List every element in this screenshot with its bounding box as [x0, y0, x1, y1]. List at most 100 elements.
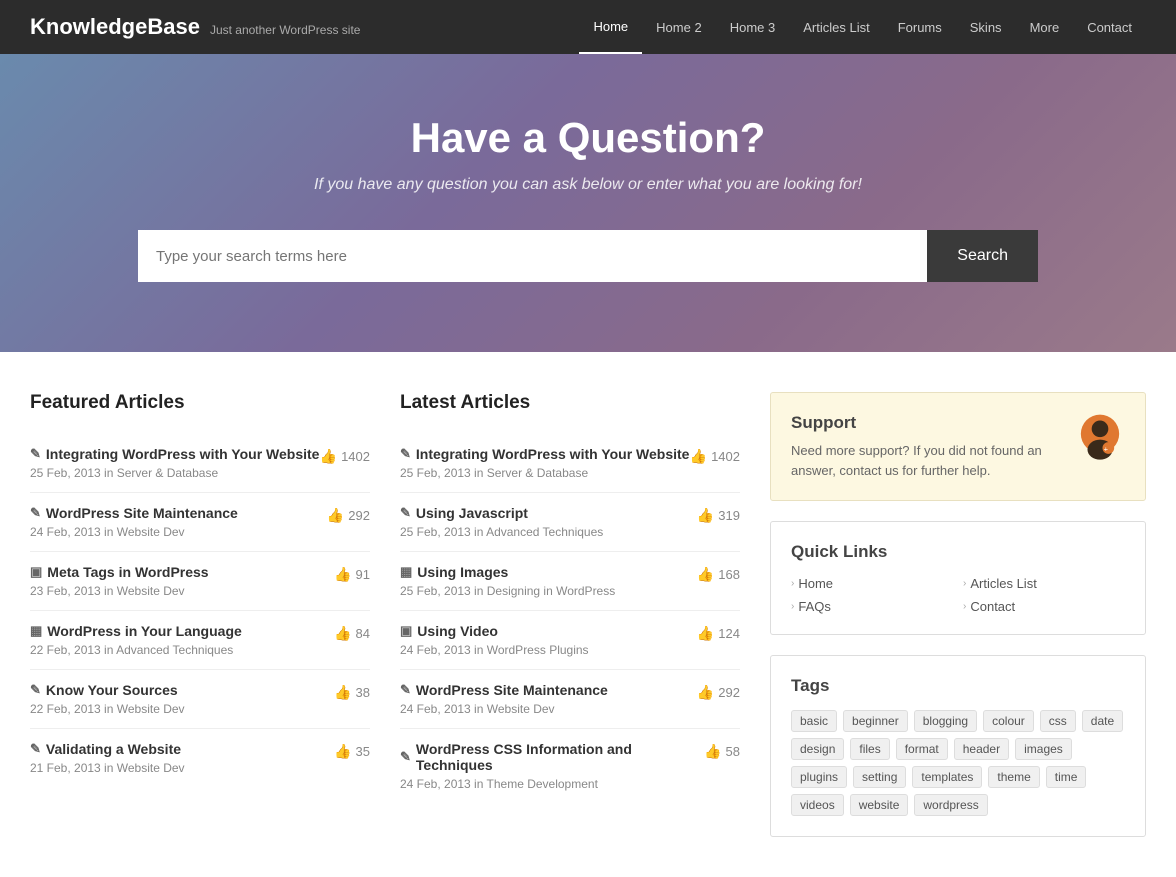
tag-images[interactable]: images [1015, 738, 1072, 760]
vote-count: 168 [718, 567, 740, 582]
tag-templates[interactable]: templates [912, 766, 982, 788]
article-votes: 👍 319 [697, 505, 740, 524]
tag-format[interactable]: format [896, 738, 948, 760]
main-nav: HomeHome 2Home 3Articles ListForumsSkins… [579, 1, 1146, 54]
article-title-link[interactable]: ▦ Using Images [400, 564, 697, 580]
svg-text:+: + [1104, 444, 1109, 453]
nav-item-articles-list[interactable]: Articles List [789, 2, 883, 53]
article-type-icon: ✎ [30, 741, 41, 757]
quick-link-contact[interactable]: ›Contact [963, 599, 1125, 614]
article-info: ▦ Using Images 25 Feb, 2013 in Designing… [400, 564, 697, 598]
quick-link-label: Articles List [970, 576, 1036, 591]
latest-title: Latest Articles [400, 392, 740, 414]
tag-wordpress[interactable]: wordpress [914, 794, 987, 816]
article-item: ✎ Using Javascript 25 Feb, 2013 in Advan… [400, 493, 740, 552]
site-header: KnowledgeBase Just another WordPress sit… [0, 0, 1176, 54]
featured-articles-col: Featured Articles ✎ Integrating WordPres… [30, 392, 370, 837]
tag-beginner[interactable]: beginner [843, 710, 908, 732]
tag-blogging[interactable]: blogging [914, 710, 977, 732]
thumbs-up-icon: 👍 [697, 507, 714, 524]
support-box: Support Need more support? If you did no… [770, 392, 1146, 501]
nav-item-more[interactable]: More [1016, 2, 1074, 53]
article-title: Integrating WordPress with Your Website [46, 446, 320, 462]
support-title: Support [791, 413, 1060, 433]
article-title-link[interactable]: ▦ WordPress in Your Language [30, 623, 334, 639]
article-title-link[interactable]: ✎ Integrating WordPress with Your Websit… [400, 446, 690, 462]
article-title: Validating a Website [46, 741, 181, 757]
tags-box: Tags basicbeginnerbloggingcolourcssdated… [770, 655, 1146, 837]
article-title-link[interactable]: ✎ Using Javascript [400, 505, 697, 521]
article-info: ✎ Integrating WordPress with Your Websit… [400, 446, 690, 480]
quick-links-grid: ›Home ›Articles List › FAQs ›Contact [791, 576, 1125, 614]
article-type-icon: ✎ [400, 682, 411, 698]
article-title-link[interactable]: ✎ Integrating WordPress with Your Websit… [30, 446, 320, 462]
article-title-link[interactable]: ▣ Using Video [400, 623, 697, 639]
article-title-link[interactable]: ▣ Meta Tags in WordPress [30, 564, 334, 580]
tag-css[interactable]: css [1040, 710, 1076, 732]
support-avatar: + [1075, 413, 1125, 463]
article-title-link[interactable]: ✎ WordPress CSS Information and Techniqu… [400, 741, 704, 773]
tag-colour[interactable]: colour [983, 710, 1034, 732]
site-tagline: Just another WordPress site [210, 23, 361, 37]
article-info: ▣ Meta Tags in WordPress 23 Feb, 2013 in… [30, 564, 334, 598]
article-info: ✎ Validating a Website 21 Feb, 2013 in W… [30, 741, 334, 775]
chevron-right-icon: › [791, 601, 794, 612]
tag-plugins[interactable]: plugins [791, 766, 847, 788]
nav-item-skins[interactable]: Skins [956, 2, 1016, 53]
article-title-link[interactable]: ✎ WordPress Site Maintenance [400, 682, 697, 698]
search-button[interactable]: Search [927, 230, 1038, 282]
article-title: WordPress in Your Language [47, 623, 241, 639]
nav-item-contact[interactable]: Contact [1073, 2, 1146, 53]
nav-item-home-2[interactable]: Home 2 [642, 2, 716, 53]
article-type-icon: ✎ [400, 749, 411, 765]
article-title: Integrating WordPress with Your Website [416, 446, 690, 462]
article-type-icon: ▣ [30, 564, 42, 580]
nav-item-forums[interactable]: Forums [884, 2, 956, 53]
tag-time[interactable]: time [1046, 766, 1087, 788]
article-item: ✎ WordPress CSS Information and Techniqu… [400, 729, 740, 803]
article-title: Using Javascript [416, 505, 528, 521]
article-type-icon: ▦ [30, 623, 42, 639]
vote-count: 1402 [341, 449, 370, 464]
tag-setting[interactable]: setting [853, 766, 906, 788]
quick-link-home[interactable]: ›Home [791, 576, 953, 591]
article-title-link[interactable]: ✎ Validating a Website [30, 741, 334, 757]
tag-date[interactable]: date [1082, 710, 1123, 732]
thumbs-up-icon: 👍 [704, 743, 721, 760]
quick-link-label: Home [798, 576, 833, 591]
article-title: Using Video [417, 623, 498, 639]
tag-videos[interactable]: videos [791, 794, 844, 816]
quick-link-faqs[interactable]: › FAQs [791, 599, 953, 614]
tag-basic[interactable]: basic [791, 710, 837, 732]
article-meta: 22 Feb, 2013 in Advanced Techniques [30, 643, 334, 657]
tag-header[interactable]: header [954, 738, 1009, 760]
tags-container: basic beginner blogging colour cssdate design… [791, 710, 1125, 816]
tag-design[interactable]: design [791, 738, 844, 760]
brand: KnowledgeBase Just another WordPress sit… [30, 14, 360, 40]
latest-article-list: ✎ Integrating WordPress with Your Websit… [400, 434, 740, 803]
tag-files[interactable]: files [850, 738, 889, 760]
tag-theme[interactable]: theme [988, 766, 1039, 788]
article-type-icon: ▦ [400, 564, 412, 580]
search-input[interactable] [138, 230, 927, 282]
article-votes: 👍 58 [704, 741, 740, 760]
article-title: WordPress Site Maintenance [46, 505, 238, 521]
article-info: ✎ Know Your Sources 22 Feb, 2013 in Webs… [30, 682, 334, 716]
article-meta: 21 Feb, 2013 in Website Dev [30, 761, 334, 775]
quick-link-articles list[interactable]: ›Articles List [963, 576, 1125, 591]
thumbs-up-icon: 👍 [334, 625, 351, 642]
article-meta: 24 Feb, 2013 in Website Dev [30, 525, 327, 539]
article-title-link[interactable]: ✎ Know Your Sources [30, 682, 334, 698]
article-votes: 👍 124 [697, 623, 740, 642]
article-title-link[interactable]: ✎ WordPress Site Maintenance [30, 505, 327, 521]
article-item: ✎ WordPress Site Maintenance 24 Feb, 201… [30, 493, 370, 552]
article-votes: 👍 84 [334, 623, 370, 642]
article-votes: 👍 38 [334, 682, 370, 701]
quick-link-label: FAQs [798, 599, 831, 614]
tag-website[interactable]: website [850, 794, 909, 816]
article-meta: 24 Feb, 2013 in Website Dev [400, 702, 697, 716]
article-title: WordPress CSS Information and Techniques [416, 741, 704, 773]
nav-item-home[interactable]: Home [579, 1, 642, 54]
article-type-icon: ✎ [400, 446, 411, 462]
nav-item-home-3[interactable]: Home 3 [716, 2, 790, 53]
